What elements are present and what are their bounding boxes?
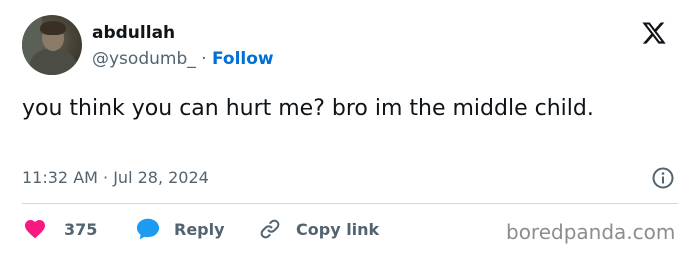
tweet-timestamp[interactable]: 11:32 AM · Jul 28, 2024 <box>22 168 209 187</box>
copy-link-label: Copy link <box>296 219 380 239</box>
divider <box>22 203 678 204</box>
speech-bubble-icon <box>136 218 160 240</box>
like-count: 375 <box>64 219 98 239</box>
reply-button[interactable]: Reply <box>134 216 225 242</box>
avatar[interactable] <box>22 15 82 75</box>
x-logo-icon[interactable] <box>640 20 668 46</box>
reply-label: Reply <box>174 219 225 239</box>
info-icon[interactable] <box>651 166 675 190</box>
like-button[interactable]: 375 <box>22 216 97 242</box>
copy-link-button[interactable]: Copy link <box>258 216 379 242</box>
watermark: boredpanda.com <box>506 220 676 244</box>
separator-dot: · <box>201 49 207 69</box>
author-name[interactable]: abdullah <box>92 23 175 43</box>
author-handle[interactable]: @ysodumb_ <box>92 49 196 69</box>
follow-button[interactable]: Follow <box>212 49 274 69</box>
heart-icon <box>25 220 45 239</box>
tweet-card: abdullah @ysodumb_ · Follow you think yo… <box>0 0 700 256</box>
tweet-text: you think you can hurt me? bro im the mi… <box>22 96 594 121</box>
link-icon <box>260 219 280 239</box>
handle-row: @ysodumb_ · Follow <box>92 49 274 69</box>
